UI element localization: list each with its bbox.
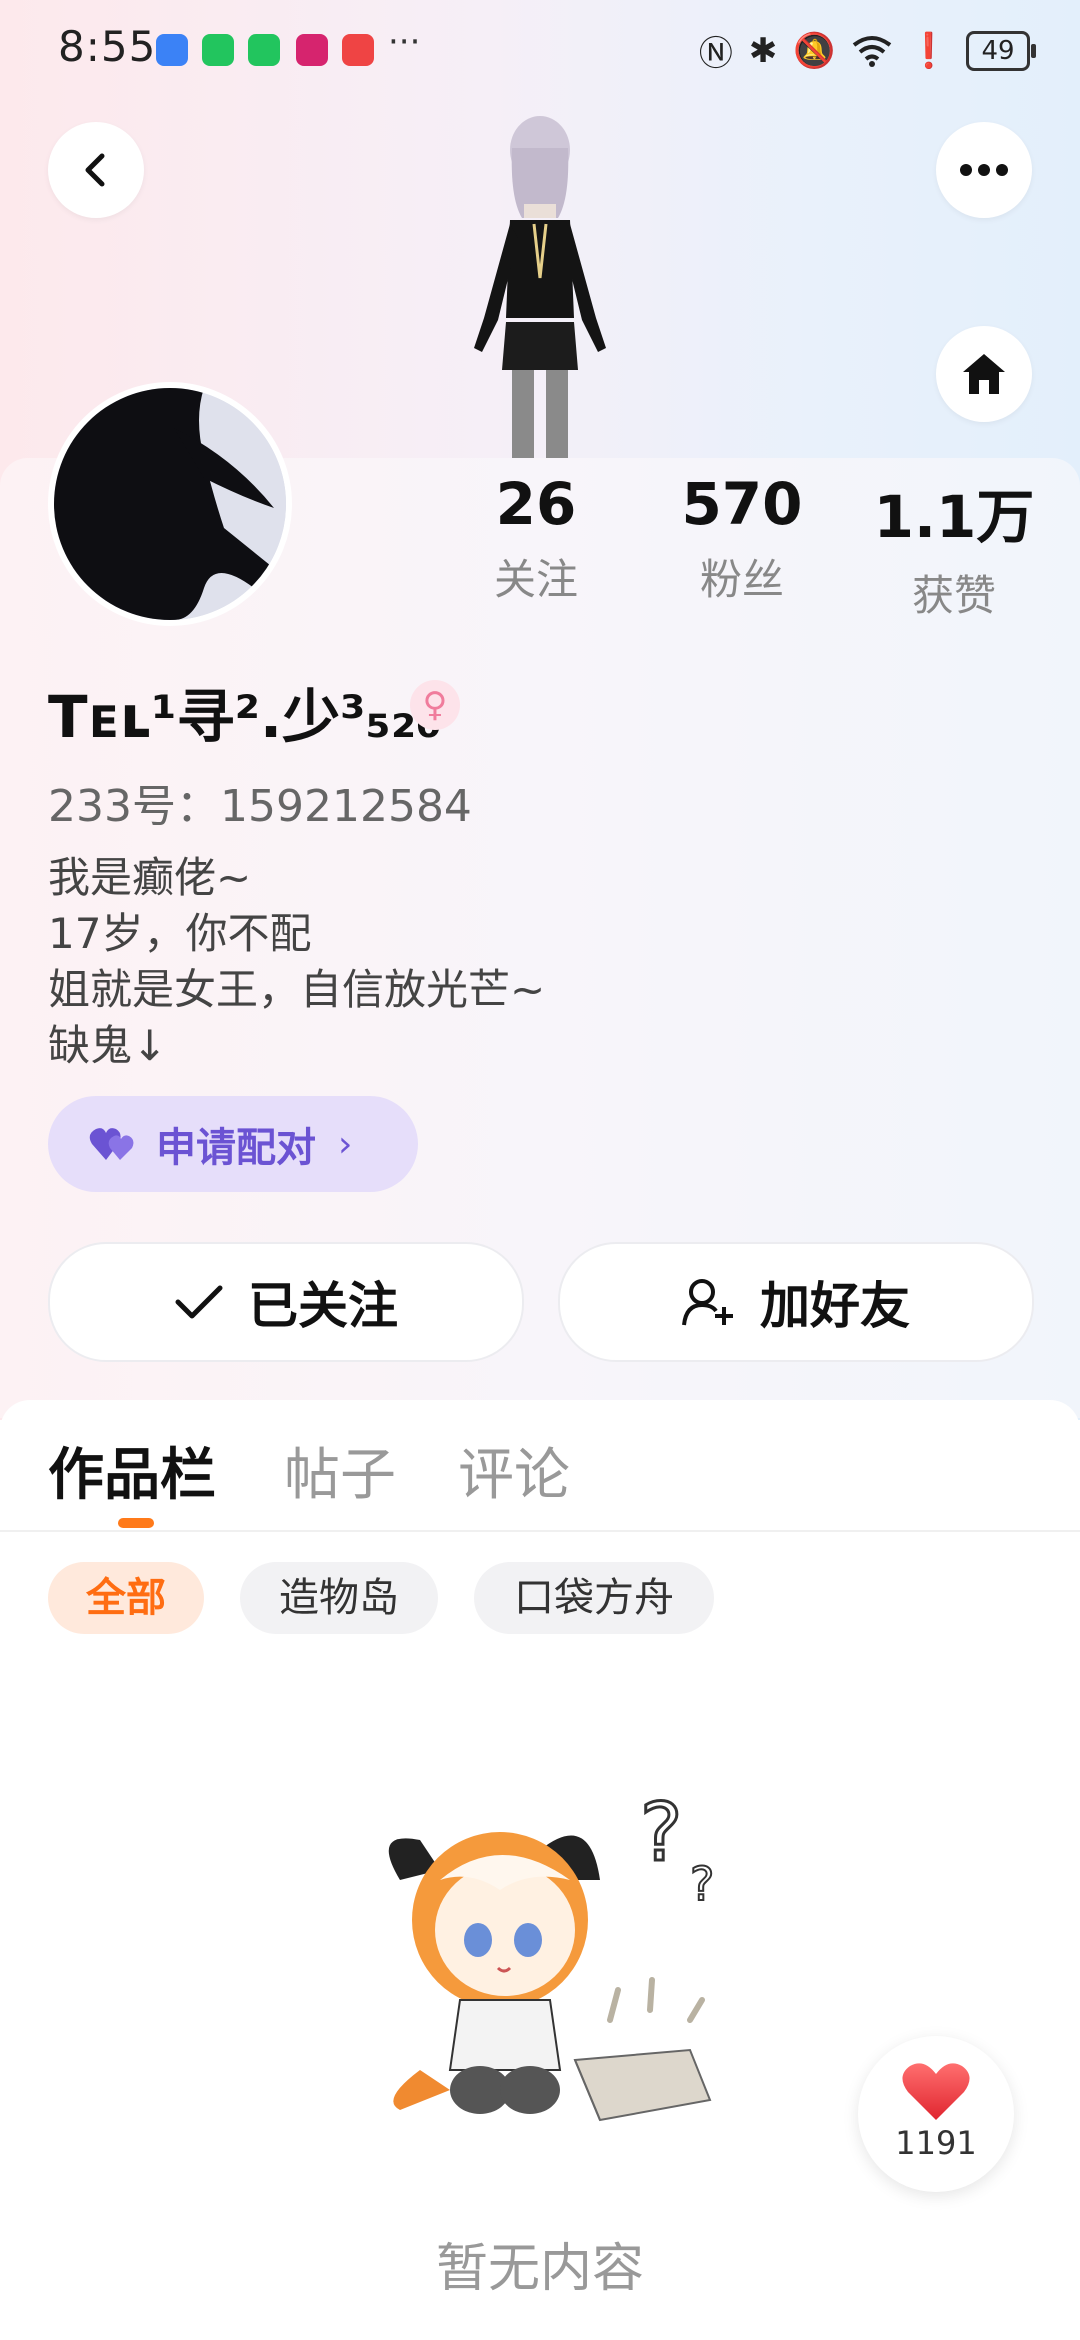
alert-icon: ❗: [907, 30, 950, 71]
filter-pocket-ark[interactable]: 口袋方舟: [474, 1562, 714, 1634]
tab-posts[interactable]: 帖子: [284, 1430, 396, 1511]
like-count: 1191: [895, 2124, 977, 2162]
stat-label: 获赞: [911, 571, 996, 620]
home-icon: [963, 354, 1005, 394]
stat-followers[interactable]: 570 粉丝: [642, 470, 842, 607]
back-button[interactable]: [48, 122, 144, 218]
svg-text:?: ?: [690, 1857, 714, 1911]
more-dots-icon: [960, 164, 1008, 176]
nfc-icon: Ⓝ: [698, 34, 733, 74]
stat-value: 26: [495, 470, 577, 538]
add-friend-icon: [682, 1279, 733, 1326]
stat-likes[interactable]: 1.1万 获赞: [854, 470, 1054, 623]
iqiyi-app-icon: [248, 34, 280, 66]
tab-comments[interactable]: 评论: [458, 1430, 570, 1511]
stat-value: 570: [681, 470, 803, 538]
chevron-left-icon: [85, 153, 105, 187]
active-tab-indicator: [118, 1518, 154, 1528]
nickname: Tᴇʟ¹寻².少³₅₂₀: [48, 683, 442, 751]
content-tabs: 作品栏 帖子 评论: [0, 1400, 1080, 1532]
battery-icon: 49: [966, 30, 1036, 71]
app-notification-icon: [296, 34, 328, 66]
mute-icon: 🔕: [793, 30, 836, 71]
more-button[interactable]: [936, 122, 1032, 218]
filter-all[interactable]: 全部: [48, 1562, 204, 1634]
apply-pair-button[interactable]: 申请配对 ›: [48, 1096, 418, 1192]
hearts-icon: [89, 1128, 134, 1160]
check-icon: [175, 1285, 223, 1319]
stat-following[interactable]: 26 关注: [436, 470, 636, 607]
bluetooth-icon: ✱: [748, 30, 778, 71]
bio-line: 17岁，你不配: [48, 909, 312, 958]
app-notification-icon: [342, 34, 374, 66]
shield-app-icon: [156, 34, 188, 66]
svg-text:?: ?: [640, 1786, 682, 1879]
add-friend-label: 加好友: [760, 1277, 910, 1335]
user-id[interactable]: 233号：159212584: [48, 770, 472, 834]
character-3d-avatar[interactable]: [440, 108, 640, 460]
add-friend-button[interactable]: 加好友: [558, 1242, 1034, 1362]
status-bar: 8:55 ··· Ⓝ ✱ 🔕 ❗ 49: [0, 0, 1080, 100]
home-button[interactable]: [936, 326, 1032, 422]
stat-label: 关注: [493, 555, 578, 604]
wifi-icon: [852, 35, 891, 67]
like-fab[interactable]: 1191: [858, 2036, 1014, 2192]
bio: 我是癫佬~ 17岁，你不配 姐就是女王，自信放光芒~ 缺鬼↓: [48, 850, 545, 1074]
more-notifications-icon: ···: [388, 22, 421, 62]
bio-line: 我是癫佬~: [48, 853, 252, 902]
apply-pair-label: 申请配对: [156, 1125, 316, 1171]
female-gender-icon: ♀: [410, 680, 460, 730]
heart-icon: [902, 2063, 970, 2120]
tab-works[interactable]: 作品栏: [48, 1430, 216, 1511]
bio-line: 缺鬼↓: [48, 1021, 168, 1070]
filter-creation-island[interactable]: 造物岛: [240, 1562, 438, 1634]
silhouette-avatar-image: [54, 388, 286, 620]
status-time: 8:55: [58, 22, 157, 71]
stat-label: 粉丝: [699, 555, 784, 604]
bio-line: 姐就是女王，自信放光芒~: [48, 965, 546, 1014]
iqiyi-app-icon: [202, 34, 234, 66]
chevron-right-icon: ›: [338, 1123, 353, 1165]
followed-label: 已关注: [248, 1277, 398, 1335]
empty-state-illustration: ? ?: [388, 1785, 715, 2122]
followed-button[interactable]: 已关注: [48, 1242, 524, 1362]
empty-state-text: 暂无内容: [435, 2239, 644, 2299]
avatar[interactable]: [48, 382, 292, 626]
stat-value: 1.1万: [873, 483, 1035, 551]
